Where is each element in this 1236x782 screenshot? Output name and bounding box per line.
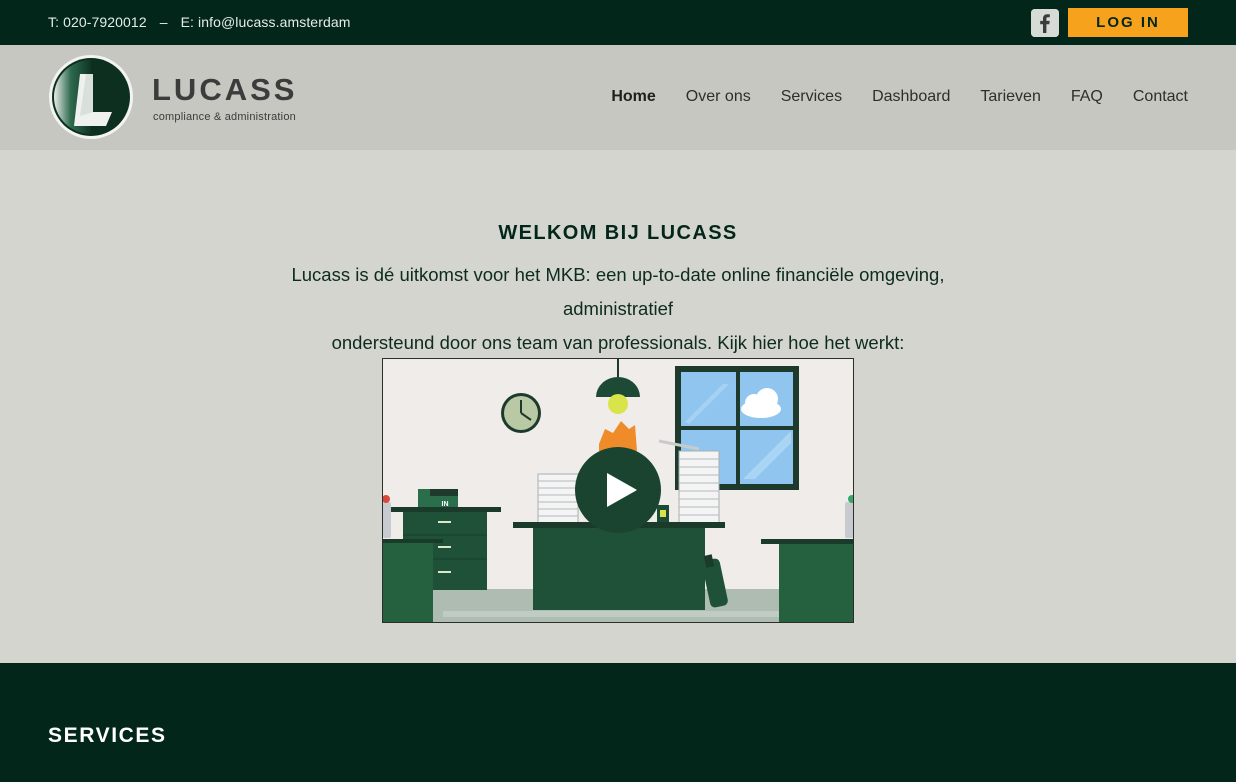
logo-wordmark[interactable]: LUCASS — [152, 72, 297, 108]
in-tray-label: IN — [442, 501, 449, 508]
hero-text: Lucass is dé uitkomst voor het MKB: een … — [238, 258, 998, 360]
nav-item-contact[interactable]: Contact — [1133, 88, 1188, 106]
play-icon[interactable] — [575, 447, 661, 533]
nav-item-services[interactable]: Services — [781, 88, 842, 106]
email-address[interactable]: E: info@lucass.amsterdam — [181, 14, 351, 30]
nav-item-tarieven[interactable]: Tarieven — [980, 88, 1040, 106]
phone-number[interactable]: T: 020-7920012 — [48, 14, 147, 30]
lucass-logo-icon[interactable] — [48, 54, 134, 140]
hero-text-line-2: ondersteund door ons team van profession… — [331, 332, 905, 353]
facebook-icon[interactable] — [1031, 9, 1059, 37]
nav-item-dashboard[interactable]: Dashboard — [872, 88, 950, 106]
hero-text-line-1: Lucass is dé uitkomst voor het MKB: een … — [291, 264, 945, 319]
nav-item-over-ons[interactable]: Over ons — [686, 88, 751, 106]
services-title: SERVICES — [48, 724, 167, 747]
top-bar: T: 020-7920012 – E: info@lucass.amsterda… — [0, 0, 1236, 45]
logo-tagline: compliance & administration — [153, 111, 296, 123]
contact-info: T: 020-7920012 – E: info@lucass.amsterda… — [48, 14, 351, 30]
login-button[interactable]: LOG IN — [1068, 8, 1188, 37]
hero-section: WELKOM BIJ LUCASS Lucass is dé uitkomst … — [0, 150, 1236, 663]
contact-separator: – — [159, 14, 168, 30]
intro-video[interactable]: IN — [382, 358, 854, 623]
main-nav: Home Over ons Services Dashboard Tarieve… — [581, 88, 1188, 106]
nav-item-home[interactable]: Home — [611, 88, 655, 106]
nav-item-faq[interactable]: FAQ — [1071, 88, 1103, 106]
site-header: LUCASS compliance & administration Home … — [0, 45, 1236, 150]
hero-title: WELKOM BIJ LUCASS — [498, 222, 738, 244]
services-section: SERVICES — [0, 663, 1236, 782]
